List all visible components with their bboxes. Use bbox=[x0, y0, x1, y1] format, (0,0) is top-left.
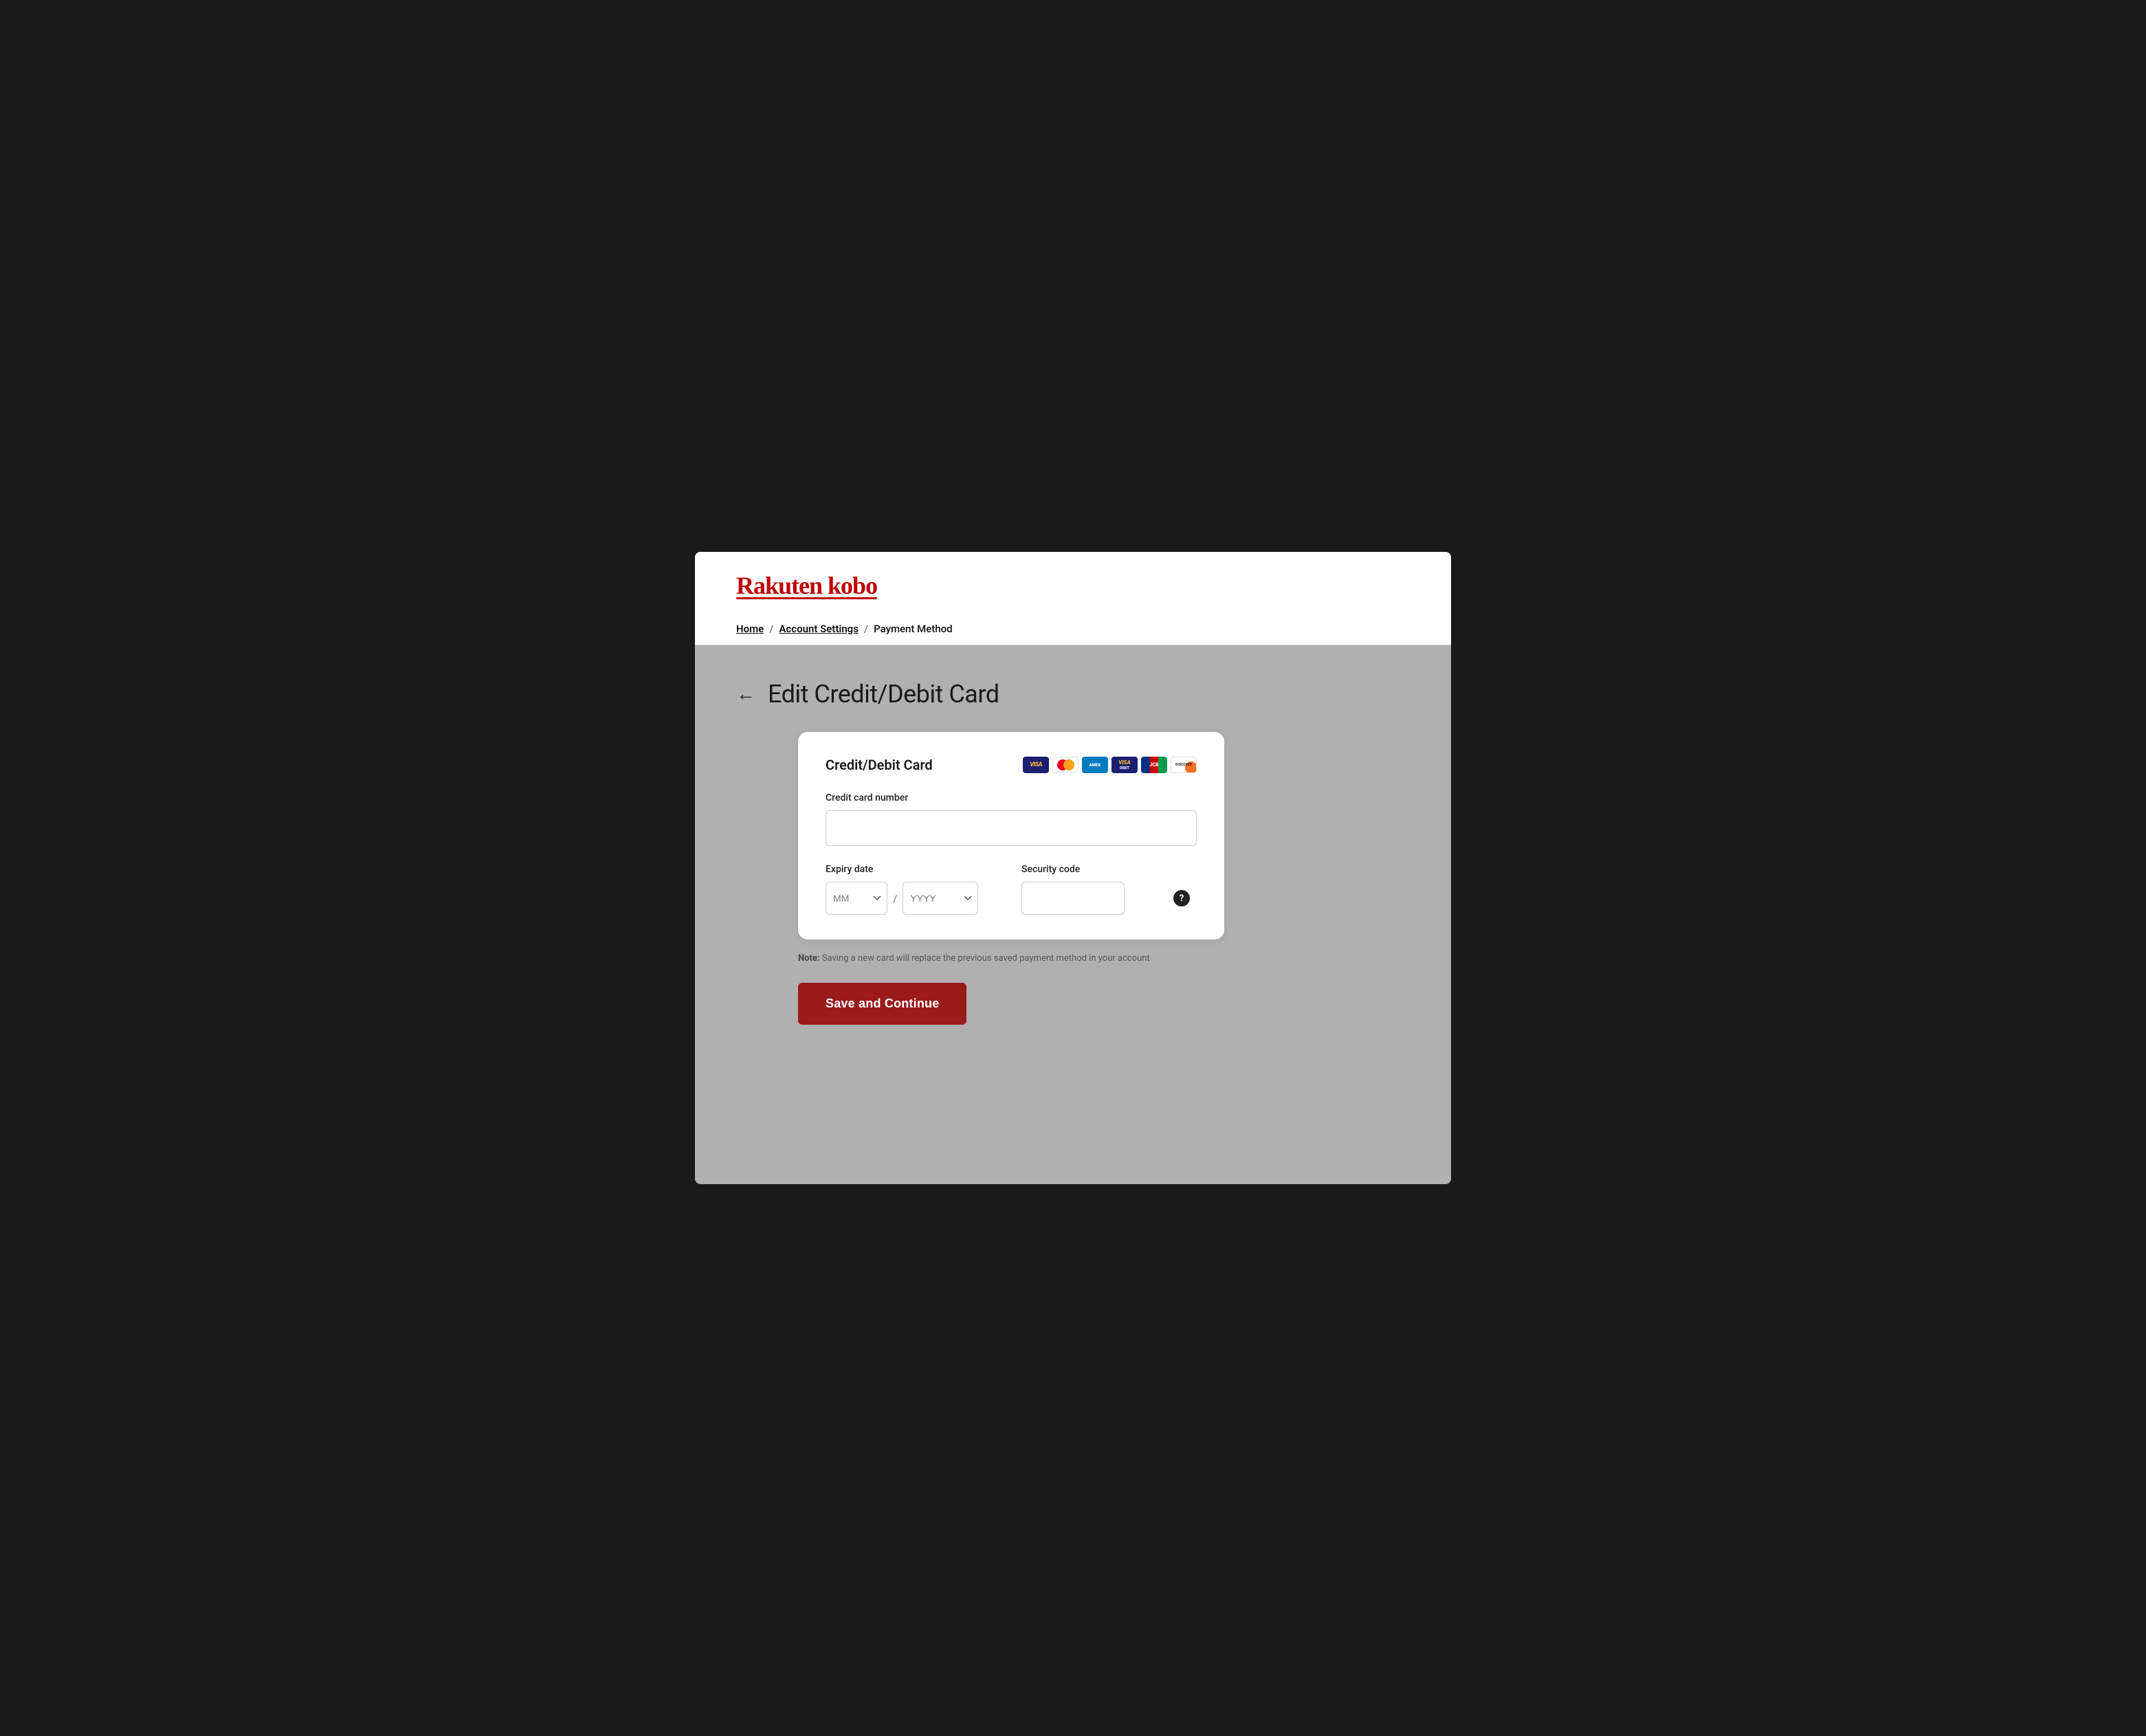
breadcrumb-separator-1: / bbox=[769, 623, 773, 635]
expiry-label: Expiry date bbox=[826, 864, 1001, 875]
browser-window: Rakuten kobo Home / Account Settings / P… bbox=[695, 552, 1451, 1184]
security-section: Security code ? bbox=[1021, 864, 1197, 915]
card-form-title: Credit/Debit Card bbox=[826, 757, 933, 773]
card-number-input[interactable] bbox=[826, 810, 1197, 846]
card-form-header: Credit/Debit Card VISA bbox=[826, 757, 1197, 773]
back-arrow-icon[interactable]: ← bbox=[736, 685, 755, 704]
jcb-logo: JCB bbox=[1141, 757, 1167, 773]
logo[interactable]: Rakuten kobo bbox=[736, 571, 877, 599]
page-title: Edit Credit/Debit Card bbox=[768, 680, 999, 709]
page-title-row: ← Edit Credit/Debit Card bbox=[736, 680, 1410, 709]
credit-card-number-section: Credit card number bbox=[826, 792, 1197, 864]
expiry-month-select[interactable]: MM 010203 040506 070809 101112 bbox=[826, 882, 887, 915]
expiry-section: Expiry date MM 010203 040506 070809 1011… bbox=[826, 864, 1001, 915]
breadcrumb-payment-method: Payment Method bbox=[874, 623, 952, 635]
card-logos: VISA AMEX VISA bbox=[1023, 757, 1197, 773]
expiry-inputs: MM 010203 040506 070809 101112 / YYYY 20… bbox=[826, 882, 1001, 915]
security-input-wrapper: ? bbox=[1021, 882, 1197, 915]
mastercard-logo bbox=[1052, 757, 1078, 773]
security-label: Security code bbox=[1021, 864, 1197, 875]
security-help-icon[interactable]: ? bbox=[1173, 890, 1190, 906]
visa-debit-logo: VISA DEBIT bbox=[1111, 757, 1138, 773]
logo-text: Rakuten kobo bbox=[736, 571, 877, 600]
note-text: Note: Saving a new card will replace the… bbox=[798, 953, 1197, 964]
breadcrumb-home[interactable]: Home bbox=[736, 623, 764, 635]
save-and-continue-button[interactable]: Save and Continue bbox=[798, 983, 966, 1025]
breadcrumb-account-settings[interactable]: Account Settings bbox=[779, 623, 859, 635]
breadcrumb-separator-2: / bbox=[864, 623, 868, 635]
expiry-slash: / bbox=[893, 892, 897, 905]
security-code-input[interactable] bbox=[1021, 882, 1125, 915]
main-content: ← Edit Credit/Debit Card Credit/Debit Ca… bbox=[695, 645, 1451, 1059]
visa-logo: VISA bbox=[1023, 757, 1049, 773]
card-form-container: Credit/Debit Card VISA bbox=[798, 732, 1224, 939]
card-number-label: Credit card number bbox=[826, 792, 1197, 803]
mc-orange-circle bbox=[1063, 759, 1074, 770]
discover-logo: DISCOVER bbox=[1171, 757, 1197, 773]
amex-logo: AMEX bbox=[1082, 757, 1108, 773]
expiry-year-select[interactable]: YYYY 202420252026 202720282029 203020312… bbox=[903, 882, 978, 915]
header: Rakuten kobo Home / Account Settings / P… bbox=[695, 552, 1451, 645]
note-prefix: Note: bbox=[798, 953, 820, 964]
note-body: Saving a new card will replace the previ… bbox=[820, 953, 1150, 964]
breadcrumb: Home / Account Settings / Payment Method bbox=[736, 613, 1410, 645]
expiry-security-row: Expiry date MM 010203 040506 070809 1011… bbox=[826, 864, 1197, 915]
